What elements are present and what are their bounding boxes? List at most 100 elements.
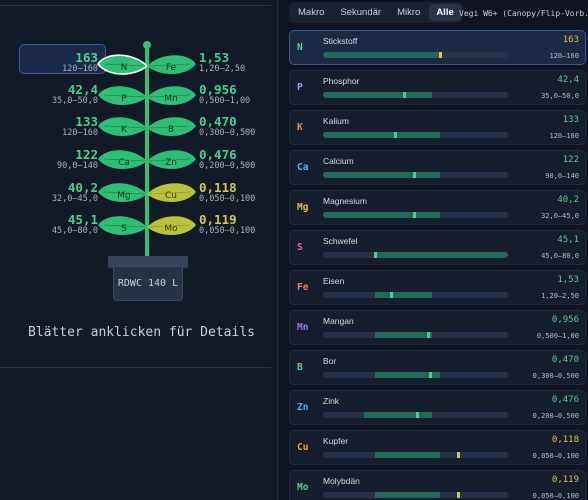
nutrient-name: Phosphor: [323, 76, 360, 86]
range-n: 120–160: [62, 64, 98, 74]
nutrient-name: Mangan: [323, 316, 354, 326]
nutrient-name: Schwefel: [323, 236, 358, 246]
leaf-label-b: B: [168, 125, 174, 135]
plant-hint-text: Blätter anklicken für Details: [28, 325, 255, 340]
range-mg: 32,0–45,0: [51, 194, 98, 204]
range-mo: 0,050–0,100: [199, 226, 256, 236]
range-p: 35,0–50,0: [51, 96, 98, 106]
nutrient-name: Zink: [323, 396, 340, 406]
nutrient-target-range: 0,050–0,100: [532, 492, 579, 500]
nutrient-target-range: 45,0–80,0: [541, 252, 579, 260]
value-cu: 0,118: [199, 180, 237, 195]
value-mo: 0,119: [199, 212, 237, 227]
nutrient-card-k[interactable]: K Kalium 133 120–160: [289, 110, 586, 145]
nutrient-range-bar: [323, 172, 508, 178]
nutrient-range-bar: [323, 412, 508, 418]
nutrient-card-zn[interactable]: Zn Zink 0,476 0,200–0,500: [289, 390, 586, 425]
leaf-label-mn: Mn: [164, 94, 177, 104]
target-range-band: [374, 292, 433, 298]
value-zn: 0,476: [199, 147, 237, 162]
target-range-band: [323, 132, 440, 138]
nutrient-target-range: 1,20–2,50: [541, 292, 579, 300]
current-value-marker: [457, 452, 461, 458]
nutrient-name: Kupfer: [323, 436, 349, 446]
range-cu: 0,050–0,100: [199, 194, 256, 204]
nutrient-symbol: Fe: [297, 282, 309, 293]
nutrient-range-bar: [323, 372, 508, 378]
target-range-band: [323, 52, 440, 58]
nutrient-symbol: Mg: [297, 202, 309, 213]
nutrient-symbol: P: [297, 82, 303, 93]
current-value-marker: [438, 52, 442, 58]
nutrient-range-bar: [323, 92, 508, 98]
range-mn: 0,500–1,00: [199, 96, 251, 106]
plant-panel: N Fe P Mn K B Ca Zn Mg Cu S Mo 163 120–160 1,53 1,20–2…: [0, 0, 275, 500]
nutrient-value: 1,53: [557, 275, 579, 285]
leaf-label-s: S: [121, 224, 127, 234]
nutrient-target-range: 120–160: [549, 52, 579, 60]
value-ca: 122: [75, 147, 98, 162]
value-b: 0,470: [199, 114, 237, 129]
range-b: 0,300–0,500: [199, 128, 256, 138]
nutrient-symbol: Mo: [297, 482, 309, 493]
nutrient-card-cu[interactable]: Cu Kupfer 0,118 0,050–0,100: [289, 430, 586, 465]
nutrient-symbol: B: [297, 362, 303, 373]
leaf-label-cu: Cu: [165, 191, 177, 201]
nutrient-card-b[interactable]: B Bor 0,470 0,300–0,500: [289, 350, 586, 385]
panel-divider-bottom: [0, 367, 271, 368]
nutrient-target-range: 32,0–45,0: [541, 212, 579, 220]
nutrient-card-p[interactable]: P Phosphor 42,4 35,0–50,0: [289, 70, 586, 105]
nutrient-range-bar: [323, 332, 508, 338]
current-value-marker: [457, 492, 461, 498]
nutrient-card-n[interactable]: N Stickstoff 163 120–160: [289, 30, 586, 65]
nutrient-range-bar: [323, 132, 508, 138]
range-k: 120–160: [62, 128, 98, 138]
nutrient-symbol: S: [297, 242, 303, 253]
value-mn: 0,956: [199, 82, 237, 97]
panel-splitter[interactable]: [276, 0, 279, 500]
tab-alle[interactable]: Alle: [429, 4, 461, 21]
nutrient-name: Kalium: [323, 116, 349, 126]
target-range-band: [374, 332, 433, 338]
nutrient-name: Magnesium: [323, 196, 367, 206]
nutrient-range-bar: [323, 452, 508, 458]
nutrient-value: 163: [562, 35, 579, 45]
nutrient-card-fe[interactable]: Fe Eisen 1,53 1,20–2,50: [289, 270, 586, 305]
value-fe: 1,53: [199, 50, 230, 65]
nutrient-target-range: 90,0–140: [545, 172, 579, 180]
nutrient-value: 0,119: [551, 475, 579, 485]
profile-label: Vegi W6+ (Canopy/Flip-Vorb.): [459, 9, 588, 18]
nutrient-symbol: K: [297, 122, 303, 133]
value-n: 163: [75, 50, 98, 65]
range-ca: 90,0–140: [57, 161, 98, 171]
tab-mikro[interactable]: Mikro: [390, 4, 427, 21]
nutrient-value: 45,1: [557, 235, 579, 245]
nutrient-range-bar: [323, 52, 508, 58]
leaf-label-ca: Ca: [118, 158, 130, 168]
nutrient-card-s[interactable]: S Schwefel 45,1 45,0–80,0: [289, 230, 586, 265]
range-s: 45,0–80,0: [51, 226, 98, 236]
nutrient-name: Eisen: [323, 276, 345, 286]
nutrient-card-ca[interactable]: Ca Calcium 122 90,0–140: [289, 150, 586, 185]
range-fe: 1,20–2,50: [199, 64, 246, 74]
nutrient-target-range: 0,050–0,100: [532, 452, 579, 460]
tab-sekundaer[interactable]: Sekundär: [333, 4, 388, 21]
nutrient-range-bar: [323, 492, 508, 498]
leaf-label-mo: Mo: [164, 224, 178, 234]
nutrient-symbol: Ca: [297, 162, 309, 173]
nutrient-symbol: Zn: [297, 402, 309, 413]
nutrient-card-mn[interactable]: Mn Mangan 0,956 0,500–1,00: [289, 310, 586, 345]
current-value-marker: [394, 132, 398, 138]
nutrient-value: 133: [562, 115, 579, 125]
current-value-marker: [403, 92, 407, 98]
tab-makro[interactable]: Makro: [291, 4, 331, 21]
nutrient-value: 0,476: [551, 395, 579, 405]
nutrient-card-mg[interactable]: Mg Magnesium 40,2 32,0–45,0: [289, 190, 586, 225]
nutrient-range-bar: [323, 212, 508, 218]
leaf-label-mg: Mg: [117, 191, 130, 201]
nutrient-symbol: N: [297, 42, 303, 53]
value-mg: 40,2: [67, 180, 98, 195]
nutrient-value: 40,2: [557, 195, 579, 205]
value-p: 42,4: [67, 82, 98, 97]
nutrient-card-mo[interactable]: Mo Molybdän 0,119 0,050–0,100: [289, 470, 586, 500]
